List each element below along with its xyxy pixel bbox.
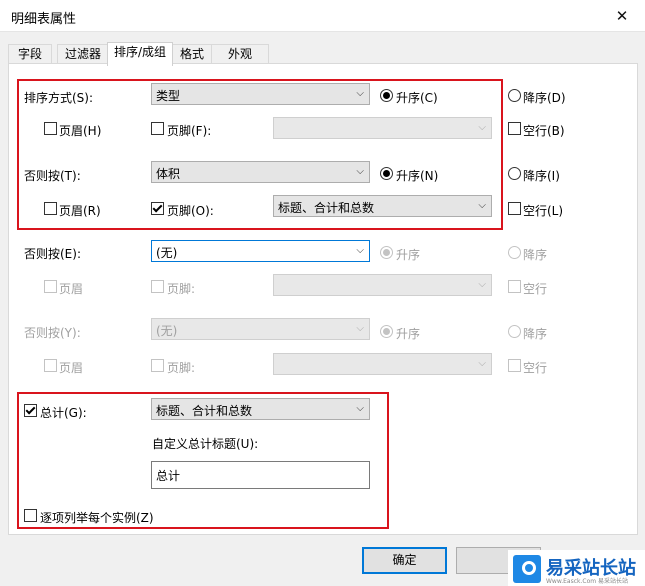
sort2-desc-label: 降序(I)	[523, 169, 560, 183]
then-by-2-label: 否则按(E):	[24, 247, 81, 261]
sort1-desc-radio[interactable]	[508, 89, 521, 102]
sort4-asc-label: 升序	[396, 327, 421, 341]
sort4-blank-checkbox[interactable]	[508, 359, 521, 372]
sort4-asc-radio[interactable]	[380, 325, 393, 338]
sort2-blank-checkbox[interactable]	[508, 202, 521, 215]
sort4-footer-label: 页脚:	[167, 361, 196, 375]
tab-format[interactable]: 格式	[171, 44, 213, 65]
chevron-down-icon: ⌵	[478, 358, 486, 369]
watermark: 易采站长站 Www.Easck.Com 易采站长站	[508, 550, 645, 586]
sort3-header-label: 页眉	[59, 282, 84, 296]
then-by-3-label: 否则按(Y):	[24, 326, 81, 340]
chevron-down-icon: ⌵	[478, 279, 486, 290]
then-by-3-combo[interactable]: (无) ⌵	[151, 318, 370, 340]
ok-button[interactable]: 确定	[362, 547, 447, 574]
sort3-footer-label: 页脚:	[167, 282, 196, 296]
sort3-header-checkbox[interactable]	[44, 280, 57, 293]
sort4-footer-checkbox[interactable]	[151, 359, 164, 372]
sort1-desc-label: 降序(D)	[523, 91, 566, 105]
sort1-blank-checkbox[interactable]	[508, 122, 521, 135]
chevron-down-icon: ⌵	[356, 323, 364, 334]
sort2-blank-label: 空行(L)	[523, 204, 564, 218]
window-title: 明细表属性	[11, 12, 77, 27]
sort1-blank-label: 空行(B)	[523, 124, 565, 138]
sort3-footer-combo[interactable]: ⌵	[273, 274, 492, 296]
sort4-header-checkbox[interactable]	[44, 359, 57, 372]
sort4-desc-radio[interactable]	[508, 325, 521, 338]
sort3-desc-radio[interactable]	[508, 246, 521, 259]
sort4-footer-combo[interactable]: ⌵	[273, 353, 492, 375]
sort3-footer-checkbox[interactable]	[151, 280, 164, 293]
sort3-desc-label: 降序	[523, 248, 548, 262]
then-by-2-combo[interactable]: (无) ⌵	[151, 240, 370, 262]
annotation-box-totals	[17, 392, 389, 529]
sort3-blank-checkbox[interactable]	[508, 280, 521, 293]
chevron-down-icon: ⌵	[356, 245, 364, 256]
tab-sort-group[interactable]: 排序/成组	[107, 42, 173, 66]
close-icon[interactable]: ✕	[599, 0, 645, 31]
tab-appearance[interactable]: 外观	[211, 44, 269, 65]
annotation-box-sorting	[17, 79, 503, 230]
sort3-blank-label: 空行	[523, 282, 548, 296]
sort3-asc-radio[interactable]	[380, 246, 393, 259]
title-bar: 明细表属性 ✕	[0, 0, 645, 32]
tab-filter[interactable]: 过滤器	[57, 44, 109, 65]
sort4-desc-label: 降序	[523, 327, 548, 341]
tab-fields[interactable]: 字段	[8, 44, 52, 65]
site-logo-icon	[513, 555, 541, 583]
sort2-desc-radio[interactable]	[508, 167, 521, 180]
sort3-asc-label: 升序	[396, 248, 421, 262]
sort4-blank-label: 空行	[523, 361, 548, 375]
sort4-header-label: 页眉	[59, 361, 84, 375]
